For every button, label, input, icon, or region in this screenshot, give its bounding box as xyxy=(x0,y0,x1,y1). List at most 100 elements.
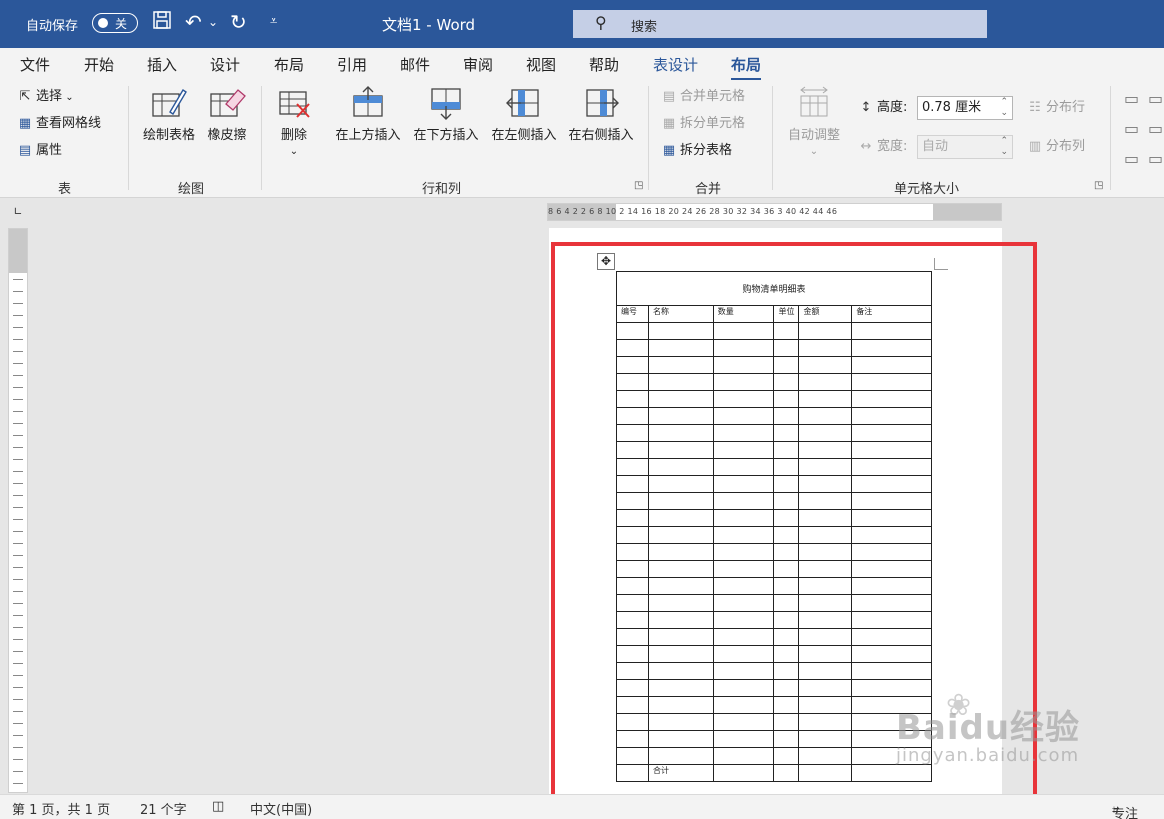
language-indicator[interactable]: 中文(中国) xyxy=(250,799,312,818)
height-value: 0.78 厘米 xyxy=(922,100,982,115)
cell-size-launcher-icon[interactable]: ◳ xyxy=(1094,180,1103,191)
split-cells-button[interactable]: ▦ 拆分单元格 xyxy=(660,113,745,135)
insert-right-button[interactable]: 在右侧插入 xyxy=(563,86,639,143)
draw-table-icon xyxy=(152,89,187,117)
select-button[interactable]: ⇱ 选择 ⌄ xyxy=(16,86,74,108)
ruler-tick xyxy=(13,507,23,508)
merge-cells-button[interactable]: ▤ 合并单元格 xyxy=(660,86,745,108)
search-box[interactable]: ⚲ 搜索 xyxy=(573,10,987,38)
width-input[interactable]: 自动 ⌃ ⌄ xyxy=(917,135,1013,159)
watermark-url: jingyan.baidu.com xyxy=(896,745,1080,766)
document-title: 文档1 - Word xyxy=(382,16,476,34)
ruler-tick xyxy=(13,315,23,316)
insert-below-button[interactable]: 在下方插入 xyxy=(408,86,484,143)
undo-dropdown-icon[interactable]: ⌄ xyxy=(208,10,218,34)
tab-selector-icon[interactable]: ∟ xyxy=(8,205,28,221)
ruler-tick xyxy=(13,279,23,280)
tab-table-design[interactable]: 表设计 xyxy=(653,54,698,75)
split-table-icon: ▦ xyxy=(662,143,676,158)
height-input[interactable]: 0.78 厘米 ⌃ ⌄ xyxy=(917,96,1013,120)
height-spinner-icon[interactable]: ⌃ ⌄ xyxy=(1000,97,1008,119)
tab-review[interactable]: 审阅 xyxy=(463,54,493,75)
undo-icon[interactable]: ↶ xyxy=(185,10,202,34)
width-spinner-icon[interactable]: ⌃ ⌄ xyxy=(1000,136,1008,158)
distribute-cols-button[interactable]: ▥ 分布列 xyxy=(1026,136,1085,158)
customize-toolbar-icon[interactable]: ⩡ xyxy=(270,10,277,34)
tab-home[interactable]: 开始 xyxy=(84,54,114,75)
ribbon-tabs: 文件 开始 插入 设计 布局 引用 邮件 审阅 视图 帮助 表设计 布局 xyxy=(0,48,1164,81)
ruler-tick xyxy=(13,483,23,484)
tab-design[interactable]: 设计 xyxy=(210,54,240,75)
delete-table-icon xyxy=(279,91,310,118)
group-label-cell-size: 单元格大小 xyxy=(894,182,960,197)
page-count[interactable]: 第 1 页，共 1 页 xyxy=(12,799,110,818)
delete-button[interactable]: 删除 ⌄ xyxy=(270,86,318,158)
save-icon[interactable] xyxy=(152,10,172,35)
distribute-rows-icon: ☷ xyxy=(1029,100,1041,115)
align-middle-left-icon[interactable]: ▭ xyxy=(1124,118,1139,140)
redo-icon[interactable]: ↻ xyxy=(230,10,247,34)
search-icon: ⚲ xyxy=(595,13,607,32)
ruler-tick xyxy=(13,363,23,364)
height-label: ↕ 高度: xyxy=(857,97,908,119)
tab-references[interactable]: 引用 xyxy=(337,54,367,75)
eraser-button[interactable]: 橡皮擦 xyxy=(203,86,251,143)
gridlines-label: 查看网格线 xyxy=(36,116,102,131)
tab-file[interactable]: 文件 xyxy=(20,54,50,75)
ruler-tick xyxy=(13,519,23,520)
align-top-center-icon[interactable]: ▭ xyxy=(1148,88,1163,110)
rows-cols-launcher-icon[interactable]: ◳ xyxy=(634,180,643,191)
delete-dropdown-icon: ⌄ xyxy=(289,146,299,157)
view-gridlines-button[interactable]: ▦ 查看网格线 xyxy=(16,113,101,135)
vertical-ruler[interactable] xyxy=(8,228,28,793)
status-bar: 第 1 页，共 1 页 21 个字 ◫ 中文(中国) ⌗ 专注 xyxy=(0,794,1164,819)
insert-above-button[interactable]: 在上方插入 xyxy=(330,86,406,143)
separator xyxy=(128,86,129,190)
align-top-left-icon[interactable]: ▭ xyxy=(1124,88,1139,110)
tab-mailings[interactable]: 邮件 xyxy=(400,54,430,75)
delete-label: 删除 xyxy=(280,128,307,143)
table-properties-icon: ▤ xyxy=(18,143,32,158)
align-middle-center-icon[interactable]: ▭ xyxy=(1148,118,1163,140)
separator xyxy=(261,86,262,190)
split-table-button[interactable]: ▦ 拆分表格 xyxy=(660,140,732,162)
autosave-toggle[interactable]: 关 xyxy=(92,13,138,33)
ruler-tick xyxy=(13,771,23,772)
align-bottom-center-icon[interactable]: ▭ xyxy=(1148,148,1163,170)
merge-cells-label: 合并单元格 xyxy=(680,89,746,104)
ruler-tick xyxy=(13,615,23,616)
properties-label: 属性 xyxy=(36,143,63,158)
horizontal-ruler[interactable]: 8 6 4 2 2 6 8 10 2 14 16 18 20 24 26 28 … xyxy=(547,203,1002,221)
ruler-tick xyxy=(13,543,23,544)
select-label: 选择 xyxy=(36,89,63,104)
ruler-tick xyxy=(13,435,23,436)
distribute-rows-button[interactable]: ☷ 分布行 xyxy=(1026,97,1085,119)
gridlines-icon: ▦ xyxy=(18,116,32,131)
baidu-watermark: ❀ Baidu经验 jingyan.baidu.com xyxy=(896,688,1106,766)
align-bottom-left-icon[interactable]: ▭ xyxy=(1124,148,1139,170)
tab-view[interactable]: 视图 xyxy=(526,54,556,75)
proofing-icon[interactable]: ◫ xyxy=(212,799,224,814)
autofit-button[interactable]: 自动调整 ⌄ xyxy=(782,86,846,158)
ruler-tick xyxy=(13,627,23,628)
tab-help[interactable]: 帮助 xyxy=(589,54,619,75)
autosave-label: 自动保存 xyxy=(26,19,79,34)
tab-table-layout[interactable]: 布局 xyxy=(731,54,762,81)
word-count[interactable]: 21 个字 xyxy=(140,799,187,818)
cursor-icon: ⇱ xyxy=(19,89,31,104)
ruler-tick xyxy=(13,687,23,688)
ruler-tick xyxy=(13,555,23,556)
insert-above-icon xyxy=(353,86,383,117)
insert-left-icon xyxy=(506,89,539,117)
watermark-logo: Baidu经验 xyxy=(896,708,1081,748)
insert-left-button[interactable]: 在左侧插入 xyxy=(486,86,562,143)
properties-button[interactable]: ▤ 属性 xyxy=(16,140,62,162)
ruler-tick xyxy=(13,399,23,400)
tab-insert[interactable]: 插入 xyxy=(147,54,177,75)
ruler-tick xyxy=(13,711,23,712)
draw-table-button[interactable]: 绘制表格 xyxy=(138,86,200,143)
insert-right-icon xyxy=(586,89,619,117)
tab-layout[interactable]: 布局 xyxy=(274,54,304,75)
ruler-tick xyxy=(13,735,23,736)
title-bar: 自动保存 关 ↶ ⌄ ↻ ⩡ 文档1 - Word ⚲ 搜索 xyxy=(0,0,1164,48)
